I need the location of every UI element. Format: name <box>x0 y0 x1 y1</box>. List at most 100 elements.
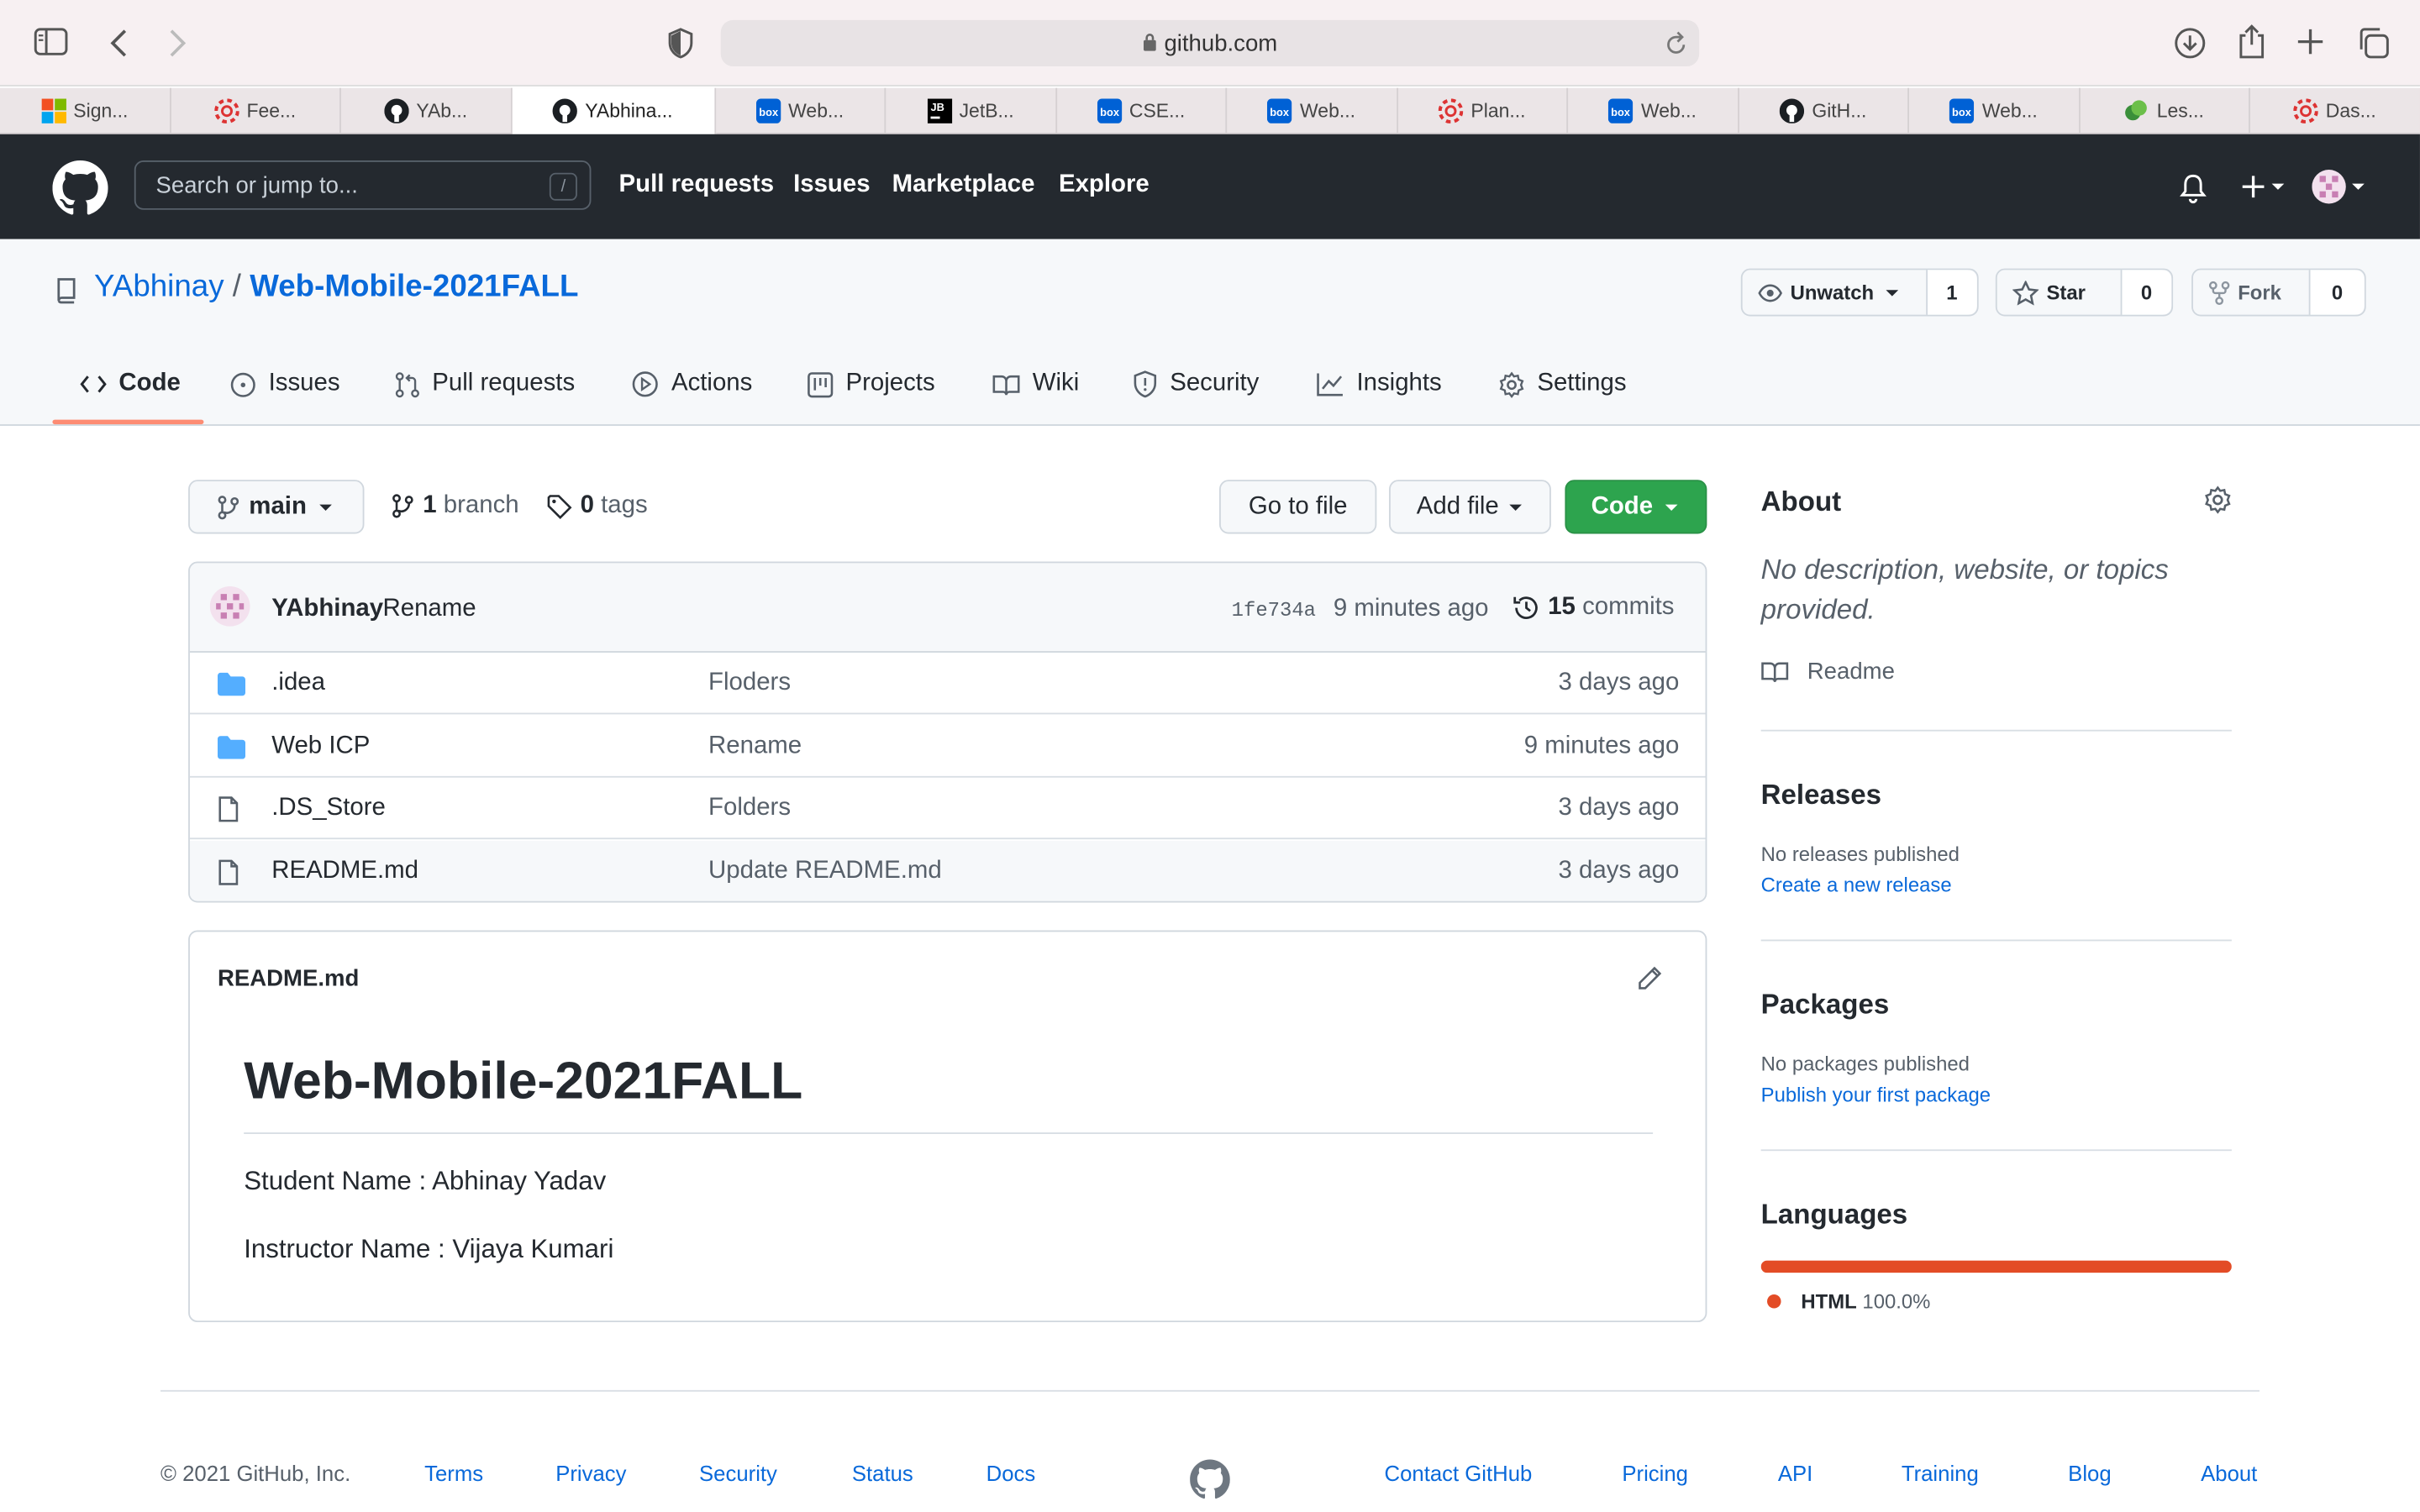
branches-link[interactable]: 1 branch <box>392 492 519 520</box>
reload-icon[interactable] <box>1665 31 1687 55</box>
footer-link-privacy[interactable]: Privacy <box>555 1461 626 1485</box>
user-avatar[interactable] <box>2312 170 2367 204</box>
file-row[interactable]: Web ICP Rename 9 minutes ago <box>189 715 1706 777</box>
readme-filename[interactable]: README.md <box>218 966 359 992</box>
create-new-plus-icon[interactable] <box>2241 175 2291 199</box>
github-footer-logo-icon[interactable] <box>1190 1459 1230 1500</box>
add-file-button[interactable]: Add file <box>1389 480 1551 534</box>
file-row[interactable]: README.md Update README.md 3 days ago <box>189 840 1706 901</box>
file-name-link[interactable]: Web ICP <box>271 732 370 760</box>
language-html-item[interactable]: HTML 100.0% <box>1767 1289 1930 1313</box>
packages-title[interactable]: Packages <box>1761 989 1890 1021</box>
tab-overview-icon[interactable] <box>2357 26 2391 60</box>
nav-pull-requests[interactable]: Pull requests <box>619 171 775 199</box>
publish-package-link[interactable]: Publish your first package <box>1761 1083 1991 1106</box>
footer-link-terms[interactable]: Terms <box>424 1461 483 1485</box>
sidebar-toggle-icon[interactable] <box>34 28 68 55</box>
footer-link-pricing[interactable]: Pricing <box>1622 1461 1688 1485</box>
branch-icon <box>392 494 414 518</box>
file-commit-message[interactable]: Update README.md <box>708 857 942 885</box>
browser-tab[interactable]: box Web... <box>1568 87 1739 134</box>
file-row[interactable]: .DS_Store Folders 3 days ago <box>189 778 1706 840</box>
repo-name-link[interactable]: Web-Mobile-2021FALL <box>250 270 578 303</box>
footer-link-security[interactable]: Security <box>699 1461 777 1485</box>
file-name-link[interactable]: .DS_Store <box>271 795 386 822</box>
commit-message[interactable]: Rename <box>383 596 476 623</box>
footer-link-about[interactable]: About <box>2201 1461 2257 1485</box>
footer-link-api[interactable]: API <box>1778 1461 1812 1485</box>
footer-link-contact[interactable]: Contact GitHub <box>1385 1461 1533 1485</box>
watchers-count[interactable]: 1 <box>1927 270 1977 315</box>
tab-wiki[interactable]: Wiki <box>992 370 1079 398</box>
repo-title: YAbhinay / Web-Mobile-2021FALL <box>94 270 578 305</box>
go-to-file-button[interactable]: Go to file <box>1218 480 1377 534</box>
file-commit-message[interactable]: Folders <box>708 795 791 822</box>
tab-actions[interactable]: Actions <box>631 370 752 398</box>
tab-code[interactable]: Code <box>80 370 181 398</box>
back-icon[interactable] <box>108 28 130 59</box>
unwatch-button[interactable]: Unwatch <box>1743 270 1928 315</box>
releases-title[interactable]: Releases <box>1761 780 1881 812</box>
github-logo-icon[interactable] <box>52 160 108 216</box>
edit-pencil-icon[interactable] <box>1638 966 1662 990</box>
notifications-bell-icon[interactable] <box>2179 173 2207 204</box>
downloads-icon[interactable] <box>2173 26 2207 60</box>
search-input[interactable]: Search or jump to... / <box>134 160 592 210</box>
repo-owner-link[interactable]: YAbhinay <box>94 270 224 303</box>
new-tab-icon[interactable] <box>2296 28 2324 55</box>
readme-sidebar-link[interactable]: Readme <box>1761 659 1895 685</box>
forks-count[interactable]: 0 <box>2310 270 2365 315</box>
browser-tab[interactable]: box Web... <box>715 87 886 134</box>
file-row[interactable]: .idea Floders 3 days ago <box>189 653 1706 715</box>
code-clone-button[interactable]: Code <box>1565 480 1707 534</box>
file-commit-age: 3 days ago <box>1558 669 1680 696</box>
tab-security[interactable]: Security <box>1133 370 1259 398</box>
file-commit-message[interactable]: Rename <box>708 732 802 760</box>
tag-icon <box>546 493 572 519</box>
browser-tab[interactable]: Les... <box>2080 87 2250 134</box>
create-release-link[interactable]: Create a new release <box>1761 874 1952 897</box>
browser-tab[interactable]: YAbhina... <box>511 87 716 134</box>
about-settings-gear-icon[interactable] <box>2204 486 2232 514</box>
browser-tab[interactable]: box CSE... <box>1056 87 1228 134</box>
commits-link[interactable]: 15 commits <box>1512 594 1674 622</box>
footer-link-status[interactable]: Status <box>852 1461 913 1485</box>
footer-link-blog[interactable]: Blog <box>2068 1461 2111 1485</box>
forward-icon[interactable] <box>166 28 188 59</box>
address-bar[interactable]: github.com <box>720 19 1700 66</box>
fork-button[interactable]: Fork <box>2193 270 2311 315</box>
tags-link[interactable]: 0 tags <box>546 492 648 520</box>
browser-tab[interactable]: Fee... <box>171 87 341 134</box>
browser-tab[interactable]: Plan... <box>1397 87 1569 134</box>
nav-issues[interactable]: Issues <box>793 171 870 199</box>
browser-tab-label: Web... <box>788 100 844 123</box>
footer-link-training[interactable]: Training <box>1902 1461 1979 1485</box>
file-commit-message[interactable]: Floders <box>708 669 791 697</box>
commit-author[interactable]: YAbhinay <box>271 596 383 623</box>
star-button[interactable]: Star <box>1997 270 2122 315</box>
share-icon[interactable] <box>2238 24 2265 60</box>
tab-issues[interactable]: Issues <box>230 370 340 398</box>
stars-count[interactable]: 0 <box>2121 270 2172 315</box>
commit-sha[interactable]: 1fe734a <box>1232 599 1316 622</box>
tab-settings[interactable]: Settings <box>1498 370 1627 398</box>
branch-select-button[interactable]: main <box>188 480 365 534</box>
browser-tab[interactable]: JB JetB... <box>886 87 1057 134</box>
tab-projects[interactable]: Projects <box>808 370 935 398</box>
tab-insights[interactable]: Insights <box>1317 370 1442 398</box>
nav-marketplace[interactable]: Marketplace <box>892 171 1035 199</box>
folder-icon <box>217 672 246 696</box>
privacy-shield-icon[interactable] <box>668 28 693 59</box>
file-name-link[interactable]: .idea <box>271 669 325 697</box>
commit-author-avatar[interactable] <box>209 585 250 627</box>
browser-tab[interactable]: box Web... <box>1909 87 2080 134</box>
browser-tab[interactable]: YAb... <box>341 87 512 134</box>
nav-explore[interactable]: Explore <box>1059 171 1150 199</box>
browser-tab[interactable]: Sign... <box>0 87 171 134</box>
file-name-link[interactable]: README.md <box>271 857 418 885</box>
browser-tab[interactable]: box Web... <box>1227 87 1398 134</box>
browser-tab[interactable]: GitH... <box>1739 87 1909 134</box>
footer-link-docs[interactable]: Docs <box>986 1461 1036 1485</box>
tab-pull-requests[interactable]: Pull requests <box>395 370 575 398</box>
browser-tab[interactable]: Das... <box>2250 87 2420 134</box>
